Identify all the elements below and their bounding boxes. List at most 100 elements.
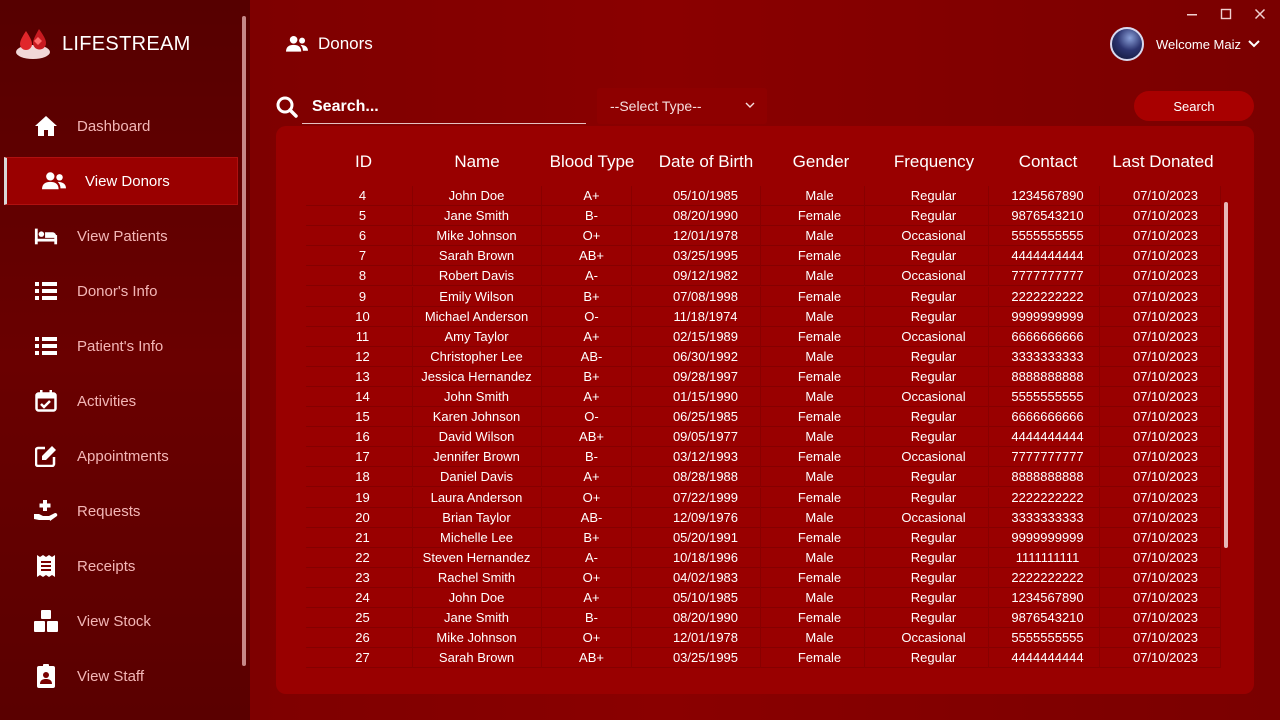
sidebar-item-label: View Stock	[77, 612, 151, 630]
table-cell: 07/10/2023	[1111, 206, 1221, 227]
table-cell: 06/25/1985	[651, 407, 761, 428]
table-row[interactable]: 7 Sarah Brown AB+ 03/25/1995 Female Regular 44…	[306, 246, 1221, 267]
table-row[interactable]: 26 Mike Johnson O+ 12/01/1978 Male Occasional…	[306, 628, 1221, 649]
table-row[interactable]: 8 Robert Davis A- 09/12/1982 Male Occasional 7…	[306, 266, 1221, 287]
search-input[interactable]	[302, 90, 586, 124]
table-cell: 19	[313, 487, 413, 508]
sidebar-item-view-donors[interactable]: View Donors	[4, 157, 238, 205]
table-cell: 07/10/2023	[1111, 387, 1221, 407]
table-scrollbar[interactable]	[1224, 202, 1228, 548]
calendar-check-icon	[34, 389, 58, 413]
table-cell: 07/10/2023	[1111, 588, 1221, 608]
sidebar-item-requests[interactable]: Requests	[4, 487, 238, 535]
table-cell: 07/10/2023	[1111, 648, 1221, 669]
table-cell: 1111111111	[996, 547, 1100, 568]
table-cell: 07/10/2023	[1111, 567, 1221, 588]
table-cell: Male	[775, 507, 865, 528]
table-row[interactable]: 11 Amy Taylor A+ 02/15/1989 Female Occasional…	[306, 326, 1221, 347]
minimize-icon[interactable]	[1182, 4, 1202, 24]
avatar[interactable]	[1110, 27, 1144, 61]
table-row[interactable]: 22 Steven Hernandez A- 10/18/1996 Male Regula…	[306, 547, 1221, 568]
table-row[interactable]: 18 Daniel Davis A+ 08/28/1988 Male Regular 888…	[306, 467, 1221, 488]
table-row[interactable]: 12 Christopher Lee AB- 06/30/1992 Male Regula…	[306, 346, 1221, 367]
table-cell: 07/10/2023	[1111, 427, 1221, 448]
table-cell: 07/10/2023	[1111, 628, 1221, 649]
table-cell: 25	[313, 608, 413, 629]
column-header-id[interactable]: ID	[336, 152, 391, 172]
table-cell: 05/20/1991	[651, 527, 761, 548]
table-cell: B-	[552, 206, 632, 227]
column-header-frequency[interactable]: Frequency	[882, 152, 986, 172]
table-row[interactable]: 4 John Doe A+ 05/10/1985 Male Regular 12345678…	[306, 186, 1221, 206]
column-header-blood-type[interactable]: Blood Type	[544, 152, 640, 172]
chevron-down-icon[interactable]	[1247, 37, 1261, 51]
column-header-name[interactable]: Name	[431, 152, 523, 172]
table-cell: Sarah Brown	[412, 246, 542, 267]
table-row[interactable]: 27 Sarah Brown AB+ 03/25/1995 Female Regular 4…	[306, 648, 1221, 669]
table-cell: 8	[313, 266, 413, 287]
column-header-contact[interactable]: Contact	[1006, 152, 1090, 172]
sidebar-item-appointments[interactable]: Appointments	[4, 432, 238, 480]
sidebar-item-donors-info[interactable]: Donor's Info	[4, 267, 238, 315]
table-cell: Male	[775, 427, 865, 448]
table-cell: Regular	[879, 608, 989, 629]
table-row[interactable]: 23 Rachel Smith O+ 04/02/1983 Female Regular 2…	[306, 567, 1221, 588]
table-row[interactable]: 5 Jane Smith B- 08/20/1990 Female Regular 9876…	[306, 206, 1221, 227]
table-cell: Regular	[879, 206, 989, 227]
table-row[interactable]: 24 John Doe A+ 05/10/1985 Male Regular 1234567…	[306, 588, 1221, 608]
sidebar-item-label: Requests	[77, 502, 141, 520]
sidebar-item-label: Receipts	[77, 557, 136, 575]
sidebar-item-view-stock[interactable]: View Stock	[4, 597, 238, 645]
table-row[interactable]: 16 David Wilson AB+ 09/05/1977 Male Regular 44…	[306, 427, 1221, 448]
sidebar-scrollbar[interactable]	[242, 16, 246, 666]
table-cell: 4444444444	[996, 427, 1100, 448]
table-body: 4 John Doe A+ 05/10/1985 Male Regular 12345678…	[306, 186, 1221, 674]
table-cell: 14	[313, 387, 413, 407]
table-row[interactable]: 17 Jennifer Brown B- 03/12/1993 Female Occasi…	[306, 447, 1221, 468]
table-cell: Male	[775, 186, 865, 206]
sidebar-item-view-staff[interactable]: View Staff	[4, 652, 238, 700]
close-icon[interactable]	[1250, 4, 1270, 24]
search-button[interactable]: Search	[1134, 91, 1254, 121]
brand: LIFESTREAM	[14, 26, 191, 62]
maximize-icon[interactable]	[1216, 4, 1236, 24]
table-cell: Michael Anderson	[412, 306, 542, 327]
table-cell: A-	[552, 547, 632, 568]
table-cell: 08/20/1990	[651, 206, 761, 227]
table-row[interactable]: 10 Michael Anderson O- 11/18/1974 Male Regula…	[306, 306, 1221, 327]
user-menu[interactable]: Welcome Maiz	[1110, 26, 1261, 62]
table-row[interactable]: 13 Jessica Hernandez B+ 09/28/1997 Female Reg…	[306, 366, 1221, 387]
sidebar-item-label: View Staff	[77, 667, 144, 685]
sidebar-item-view-patients[interactable]: View Patients	[4, 212, 238, 260]
table-cell: Jennifer Brown	[412, 447, 542, 468]
sidebar-item-label: Dashboard	[77, 117, 151, 135]
table-row[interactable]: 19 Laura Anderson O+ 07/22/1999 Female Regula…	[306, 487, 1221, 508]
table-row[interactable]: 14 John Smith A+ 01/15/1990 Male Occasional 55…	[306, 387, 1221, 407]
sidebar-item-patients-info[interactable]: Patient's Info	[4, 322, 238, 370]
table-cell: 12/01/1978	[651, 226, 761, 247]
main-content: Donors Welcome Maiz --Select Type-- Sear…	[250, 0, 1280, 720]
type-select[interactable]: --Select Type--	[597, 88, 767, 124]
table-cell: 07/10/2023	[1111, 507, 1221, 528]
table-cell: Jessica Hernandez	[412, 366, 542, 387]
sidebar-item-activities[interactable]: Activities	[4, 377, 238, 425]
column-header-gender[interactable]: Gender	[778, 152, 864, 172]
table-cell: 7	[313, 246, 413, 267]
sidebar-item-dashboard[interactable]: Dashboard	[4, 102, 238, 150]
table-row[interactable]: 25 Jane Smith B- 08/20/1990 Female Regular 987…	[306, 608, 1221, 629]
column-header-last-donated[interactable]: Last Donated	[1104, 152, 1222, 172]
table-row[interactable]: 15 Karen Johnson O- 06/25/1985 Female Regular…	[306, 407, 1221, 428]
users-icon	[42, 169, 66, 193]
sidebar-item-receipts[interactable]: Receipts	[4, 542, 238, 590]
table-cell: Michelle Lee	[412, 527, 542, 548]
search-icon[interactable]	[276, 96, 298, 118]
page-header: Donors	[286, 32, 373, 56]
table-row[interactable]: 9 Emily Wilson B+ 07/08/1998 Female Regular 22…	[306, 286, 1221, 307]
table-row[interactable]: 6 Mike Johnson O+ 12/01/1978 Male Occasional 5…	[306, 226, 1221, 247]
table-cell: Daniel Davis	[412, 467, 542, 488]
column-header-dob[interactable]: Date of Birth	[650, 152, 762, 172]
table-cell: Christopher Lee	[412, 346, 542, 367]
table-cell: 9999999999	[996, 527, 1100, 548]
table-row[interactable]: 20 Brian Taylor AB- 12/09/1976 Male Occasiona…	[306, 507, 1221, 528]
table-row[interactable]: 21 Michelle Lee B+ 05/20/1991 Female Regular 9…	[306, 527, 1221, 548]
